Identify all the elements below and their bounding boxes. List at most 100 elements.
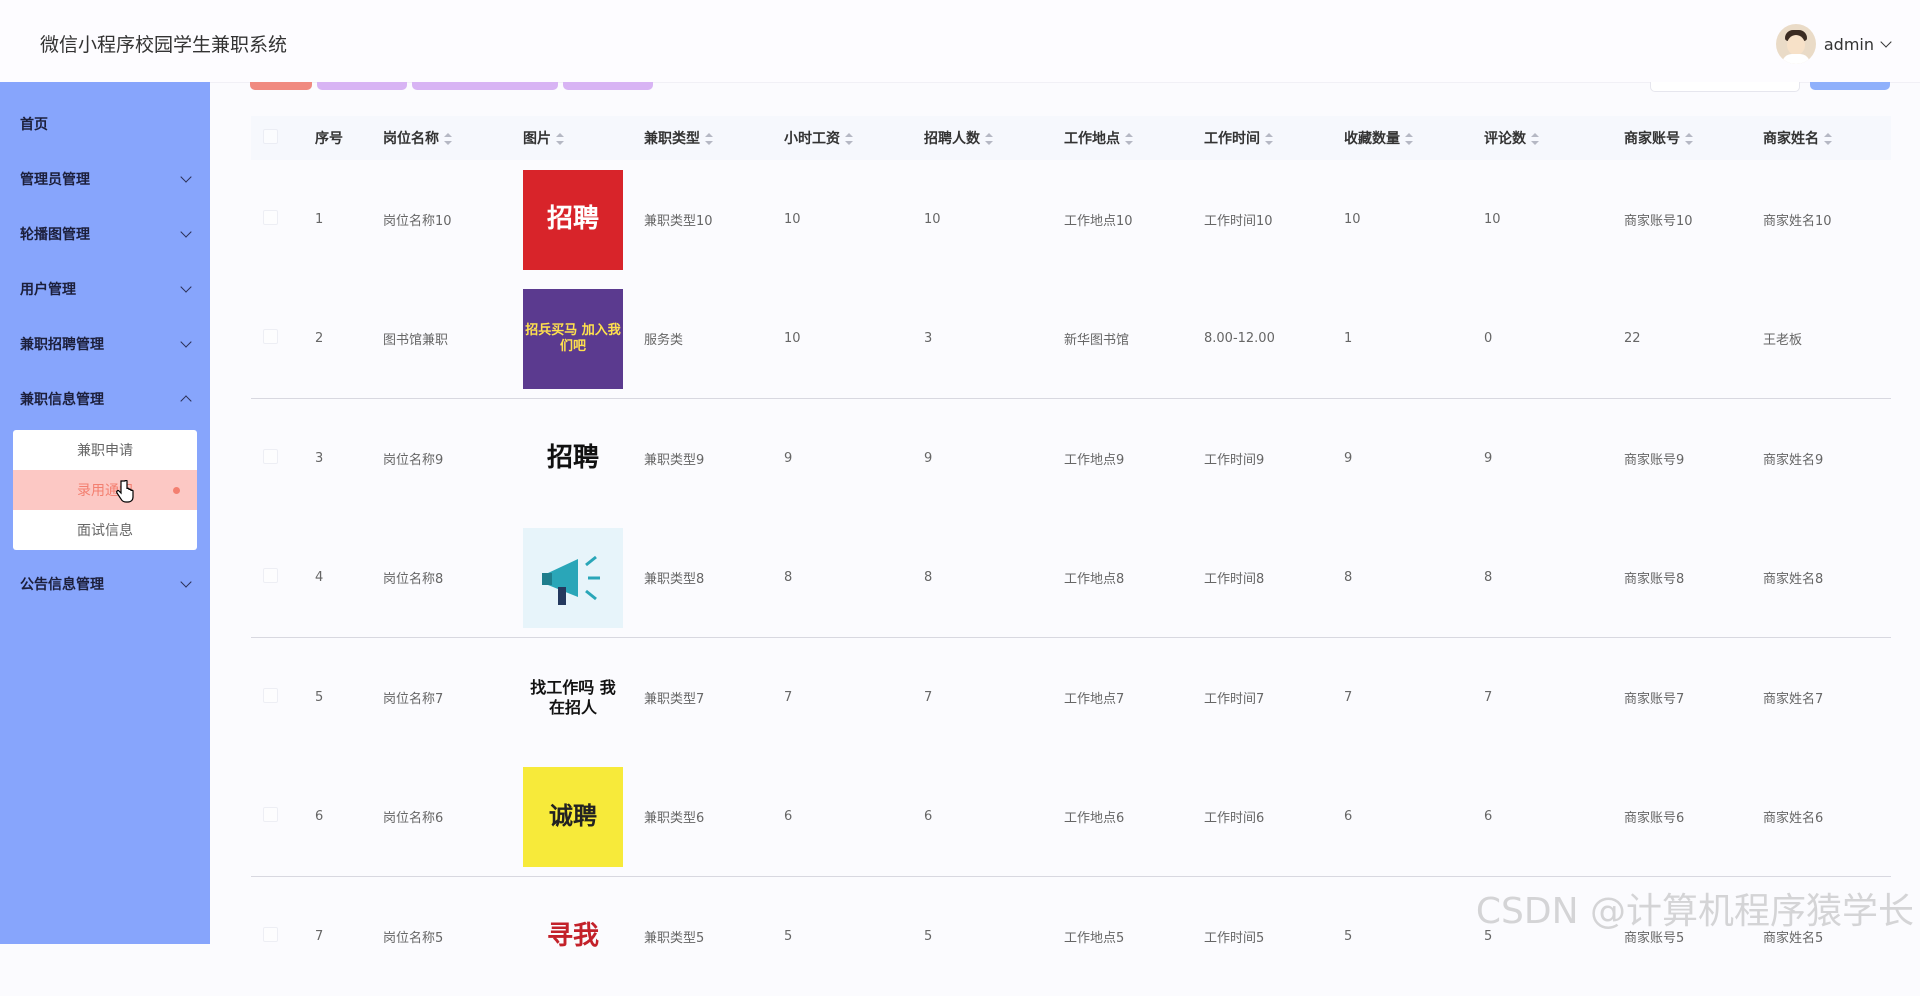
sidebar-item-parttime-info[interactable]: 兼职信息管理 xyxy=(0,371,210,426)
table-cell: 商家姓名10 xyxy=(1751,160,1891,279)
table-row: 4岗位名称8兼职类型888工作地点8工作时间888商家账号8商家姓名8 xyxy=(251,518,1891,638)
app-title: 微信小程序校园学生兼职系统 xyxy=(40,30,287,57)
col-header[interactable]: 图片 xyxy=(511,116,632,160)
row-checkbox[interactable] xyxy=(251,518,303,638)
col-header[interactable]: 评论数 xyxy=(1472,116,1612,160)
row-checkbox[interactable] xyxy=(251,160,303,279)
search-input[interactable] xyxy=(1650,82,1800,92)
table-cell: 工作地点8 xyxy=(1052,518,1192,638)
sort-icon[interactable] xyxy=(1125,133,1133,145)
table-cell: 5 xyxy=(772,877,912,996)
sidebar-item-carousel[interactable]: 轮播图管理 xyxy=(0,206,210,261)
chevron-down-icon xyxy=(180,576,191,587)
table-cell: 王老板 xyxy=(1751,279,1891,399)
table-cell: 兼职类型10 xyxy=(632,160,772,279)
col-header[interactable]: 招聘人数 xyxy=(912,116,1052,160)
submenu-item-apply[interactable]: 兼职申请 xyxy=(13,430,197,470)
col-header[interactable]: 商家姓名 xyxy=(1751,116,1891,160)
sort-icon[interactable] xyxy=(1685,133,1693,145)
table-cell: 新华图书馆 xyxy=(1052,279,1192,399)
table-cell: 岗位名称10 xyxy=(371,160,511,279)
table-cell: 工作地点10 xyxy=(1052,160,1192,279)
sidebar-item-recruit[interactable]: 兼职招聘管理 xyxy=(0,316,210,371)
table-cell: 工作时间8 xyxy=(1192,518,1332,638)
job-image-thumb: 找工作吗 我在招人 xyxy=(523,648,623,748)
col-header: 序号 xyxy=(303,116,371,160)
sidebar-item-notice[interactable]: 公告信息管理 xyxy=(0,556,210,611)
table-row: 3岗位名称9招聘兼职类型999工作地点9工作时间999商家账号9商家姓名9 xyxy=(251,399,1891,519)
sidebar: 首页 管理员管理 轮播图管理 用户管理 兼职招聘管理 兼职信息管理 兼职申请 录… xyxy=(0,82,210,944)
sort-icon[interactable] xyxy=(1824,133,1832,145)
table-cell: 岗位名称9 xyxy=(371,399,511,519)
table-cell: 5 xyxy=(303,638,371,758)
submenu: 兼职申请 录用通知 面试信息 xyxy=(13,430,197,550)
table-cell: 工作地点7 xyxy=(1052,638,1192,758)
table-cell: 8 xyxy=(1472,518,1612,638)
sidebar-item-users[interactable]: 用户管理 xyxy=(0,261,210,316)
sort-icon[interactable] xyxy=(705,133,713,145)
table-cell: 9 xyxy=(772,399,912,519)
sort-icon[interactable] xyxy=(845,133,853,145)
chevron-down-icon xyxy=(180,226,191,237)
table-cell: 10 xyxy=(1472,160,1612,279)
delete-button[interactable] xyxy=(250,82,312,90)
job-image xyxy=(511,518,632,638)
search-button[interactable] xyxy=(1810,82,1890,90)
table-cell: 2 xyxy=(303,279,371,399)
submenu-item-interview[interactable]: 面试信息 xyxy=(13,510,197,550)
toolbar-button-3[interactable] xyxy=(412,82,558,90)
table-cell: 兼职类型6 xyxy=(632,757,772,877)
table-cell: 图书馆兼职 xyxy=(371,279,511,399)
col-header[interactable]: 兼职类型 xyxy=(632,116,772,160)
col-header[interactable]: 岗位名称 xyxy=(371,116,511,160)
table-cell: 10 xyxy=(772,279,912,399)
table-cell: 工作时间7 xyxy=(1192,638,1332,758)
table-cell: 服务类 xyxy=(632,279,772,399)
table-cell: 兼职类型8 xyxy=(632,518,772,638)
sort-icon[interactable] xyxy=(1265,133,1273,145)
table-cell: 6 xyxy=(303,757,371,877)
submenu-item-offer[interactable]: 录用通知 xyxy=(13,470,197,510)
toolbar-button-2[interactable] xyxy=(317,82,407,90)
table-cell: 3 xyxy=(912,279,1052,399)
user-menu[interactable]: admin xyxy=(1776,24,1890,64)
watermark: CSDN @计算机程序猿学长 xyxy=(1476,882,1914,934)
row-checkbox[interactable] xyxy=(251,399,303,519)
job-image-thumb: 招兵买马 加入我们吧 xyxy=(523,289,623,389)
user-name: admin xyxy=(1824,35,1874,54)
col-header[interactable]: 小时工资 xyxy=(772,116,912,160)
table-cell: 6 xyxy=(1332,757,1472,877)
col-header[interactable]: 工作时间 xyxy=(1192,116,1332,160)
col-header[interactable]: 工作地点 xyxy=(1052,116,1192,160)
table-row: 1岗位名称10招聘兼职类型101010工作地点10工作时间101010商家账号1… xyxy=(251,160,1891,279)
sort-icon[interactable] xyxy=(556,133,564,145)
col-header[interactable]: 商家账号 xyxy=(1612,116,1751,160)
sort-icon[interactable] xyxy=(1405,133,1413,145)
table-cell: 兼职类型7 xyxy=(632,638,772,758)
select-all-checkbox[interactable] xyxy=(251,116,303,160)
job-image-thumb: 招聘 xyxy=(523,409,623,509)
sort-icon[interactable] xyxy=(444,133,452,145)
row-checkbox[interactable] xyxy=(251,877,303,996)
table-cell: 工作时间6 xyxy=(1192,757,1332,877)
chevron-up-icon xyxy=(180,395,191,406)
job-image: 招聘 xyxy=(511,399,632,519)
table-cell: 9 xyxy=(912,399,1052,519)
toolbar-button-4[interactable] xyxy=(563,82,653,90)
table-cell: 商家姓名9 xyxy=(1751,399,1891,519)
sidebar-item-home[interactable]: 首页 xyxy=(0,96,210,151)
table-cell: 商家账号7 xyxy=(1612,638,1751,758)
row-checkbox[interactable] xyxy=(251,279,303,399)
table-cell: 7 xyxy=(912,638,1052,758)
job-image: 招兵买马 加入我们吧 xyxy=(511,279,632,399)
sort-icon[interactable] xyxy=(985,133,993,145)
table-cell: 工作地点9 xyxy=(1052,399,1192,519)
table-cell: 1 xyxy=(1332,279,1472,399)
col-header[interactable]: 收藏数量 xyxy=(1332,116,1472,160)
sort-icon[interactable] xyxy=(1531,133,1539,145)
row-checkbox[interactable] xyxy=(251,638,303,758)
sidebar-item-admin[interactable]: 管理员管理 xyxy=(0,151,210,206)
table-cell: 0 xyxy=(1472,279,1612,399)
row-checkbox[interactable] xyxy=(251,757,303,877)
table-cell: 7 xyxy=(1332,638,1472,758)
